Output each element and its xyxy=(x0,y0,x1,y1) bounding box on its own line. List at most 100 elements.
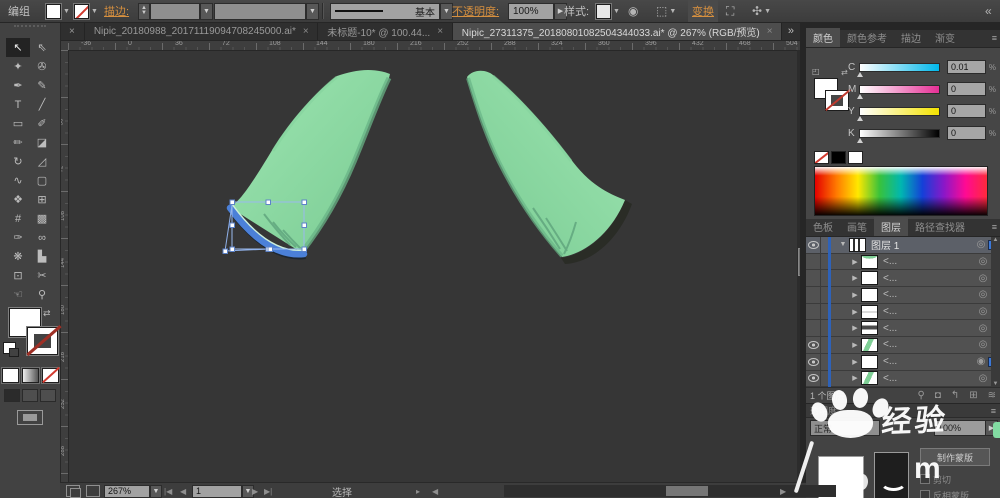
black-swatch[interactable] xyxy=(831,151,846,164)
make-clipping-mask-icon[interactable]: ◘ xyxy=(935,390,941,401)
target-icon[interactable]: ◎ xyxy=(976,256,990,267)
eye-icon[interactable] xyxy=(808,374,819,382)
draw-normal-button[interactable] xyxy=(4,389,20,402)
close-icon[interactable]: × xyxy=(303,26,309,37)
first-artboard-button[interactable]: |◀ xyxy=(164,483,172,498)
symbol-sprayer-tool-icon[interactable]: ❋ xyxy=(6,247,30,266)
layer-thumbnail[interactable] xyxy=(861,338,878,352)
isolate-icon[interactable]: ✣▼ xyxy=(752,0,771,22)
slider-track-C[interactable] xyxy=(859,63,940,72)
collapse-triangle-icon[interactable]: ▼ xyxy=(837,241,849,248)
shape-builder-tool-icon[interactable]: ❖ xyxy=(6,190,30,209)
expand-triangle-icon[interactable]: ▶ xyxy=(849,258,861,266)
slider-marker[interactable] xyxy=(857,72,863,77)
layer-row-6[interactable]: ▶<...◎ xyxy=(806,337,1000,354)
none-mode-button[interactable] xyxy=(42,368,59,383)
layer-thumbnail[interactable] xyxy=(849,238,866,252)
target-icon[interactable]: ◎ xyxy=(976,289,990,300)
left-sleeve[interactable] xyxy=(229,70,390,259)
panel-tab-2[interactable]: 图层 xyxy=(874,217,908,236)
visibility-cell[interactable] xyxy=(806,254,821,270)
layer-row-4[interactable]: ▶<...◎ xyxy=(806,304,1000,321)
target-icon[interactable]: ◎ xyxy=(976,339,990,350)
document-tab-0[interactable]: Nipic_20180988_20171119094708245000.ai*× xyxy=(85,22,318,40)
artwork-canvas[interactable] xyxy=(68,50,798,474)
target-icon[interactable]: ◎ xyxy=(976,323,990,334)
target-icon[interactable]: ◎ xyxy=(976,373,990,384)
visibility-cell[interactable] xyxy=(806,337,821,353)
mini-stroke-swatch[interactable] xyxy=(825,90,849,111)
panel-tab-0[interactable]: 色板 xyxy=(806,217,840,236)
new-sublayer-icon[interactable]: ↰ xyxy=(951,390,959,401)
panel-menu-icon[interactable]: ≡ xyxy=(992,33,997,43)
fill-swatch[interactable]: ▼ xyxy=(46,0,70,22)
expand-triangle-icon[interactable]: ▶ xyxy=(849,341,861,349)
rotate-tool-icon[interactable]: ↻ xyxy=(6,152,30,171)
layer-thumbnail[interactable] xyxy=(861,288,878,302)
selection-tool-icon[interactable]: ↖ xyxy=(6,38,30,57)
slice-tool-icon[interactable]: ✂ xyxy=(30,266,54,285)
slider-marker[interactable] xyxy=(857,138,863,143)
rectangle-tool-icon[interactable]: ▭ xyxy=(6,114,30,133)
slider-value-field[interactable]: 0.01 xyxy=(947,60,986,74)
stroke-color-well[interactable] xyxy=(27,327,58,355)
slider-marker[interactable] xyxy=(857,116,863,121)
color-tab-2[interactable]: 描边 xyxy=(894,28,928,47)
visibility-cell[interactable] xyxy=(806,270,821,286)
tab-overflow-icon[interactable]: » xyxy=(782,22,800,40)
eye-icon[interactable] xyxy=(808,241,819,249)
expand-triangle-icon[interactable]: ▶ xyxy=(849,324,861,332)
slider-track-K[interactable] xyxy=(859,129,940,138)
gradient-tool-icon[interactable]: ▩ xyxy=(30,209,54,228)
visibility-cell[interactable] xyxy=(806,320,821,336)
hand-tool-icon[interactable]: ☜ xyxy=(6,285,30,304)
layer-row-0[interactable]: ▼图层 1◎ xyxy=(806,237,1000,254)
line-segment-tool-icon[interactable]: ╱ xyxy=(30,95,54,114)
expand-triangle-icon[interactable]: ▶ xyxy=(849,358,861,366)
scrollbar-thumb[interactable] xyxy=(666,486,708,496)
panel-menu-icon[interactable]: ≡ xyxy=(992,222,997,232)
panel-tab-1[interactable]: 画笔 xyxy=(840,217,874,236)
brush-definition-select[interactable]: 基本 ▼ xyxy=(330,0,453,22)
screen-mode-button[interactable] xyxy=(17,410,43,425)
locate-object-icon[interactable]: ⚲ xyxy=(917,390,924,401)
canvas-area[interactable]: -360367210814418021625228832436039643246… xyxy=(60,40,806,482)
visibility-cell[interactable] xyxy=(806,354,821,370)
type-tool-icon[interactable]: T xyxy=(6,95,30,114)
transparency-opacity-field[interactable]: 100% xyxy=(934,420,992,436)
width-tool-icon[interactable]: ∿ xyxy=(6,171,30,190)
document-tab-1[interactable]: 未标题-10* @ 100.44...× xyxy=(318,22,453,40)
none-swatch[interactable] xyxy=(814,151,829,164)
invert-mask-checkbox[interactable] xyxy=(920,490,930,498)
default-fill-stroke-icon[interactable] xyxy=(3,342,16,354)
layer-thumbnail[interactable] xyxy=(861,255,878,269)
direct-selection-tool-icon[interactable]: ⇖ xyxy=(30,38,54,57)
perspective-grid-tool-icon[interactable]: ⊞ xyxy=(30,190,54,209)
target-icon[interactable]: ◎ xyxy=(976,306,990,317)
eye-icon[interactable] xyxy=(808,358,819,366)
transform-link[interactable]: 变换 xyxy=(688,0,718,22)
shape-mode-icon[interactable]: ◉ xyxy=(628,0,638,22)
eye-icon[interactable] xyxy=(808,341,819,349)
collapse-panel-icon[interactable]: « xyxy=(985,0,992,22)
artboard-tool-icon[interactable]: ⊡ xyxy=(6,266,30,285)
next-artboard-button[interactable]: ▶ xyxy=(252,483,258,498)
blend-mode-select[interactable]: 正常 xyxy=(810,420,880,436)
layer-thumbnail[interactable] xyxy=(861,355,878,369)
delete-layer-icon[interactable]: ≋ xyxy=(988,390,996,401)
lasso-tool-icon[interactable]: ✇ xyxy=(30,57,54,76)
expand-triangle-icon[interactable]: ▶ xyxy=(849,274,861,282)
eyedropper-tool-icon[interactable]: ✑ xyxy=(6,228,30,247)
expand-triangle-icon[interactable]: ▶ xyxy=(849,291,861,299)
right-sleeve[interactable] xyxy=(467,71,632,264)
new-layer-icon[interactable]: ⊞ xyxy=(969,390,977,401)
paintbrush-tool-icon[interactable]: ✐ xyxy=(30,114,54,133)
visibility-cell[interactable] xyxy=(806,304,821,320)
last-artboard-button[interactable]: ▶| xyxy=(264,483,272,498)
document-tab-2[interactable]: Nipic_27311375_20180801082504344033.ai* … xyxy=(453,22,782,40)
export-icon[interactable] xyxy=(86,483,100,498)
mask-thumbnail[interactable] xyxy=(874,452,909,498)
expand-triangle-icon[interactable]: ▶ xyxy=(849,374,861,382)
target-icon[interactable]: ◎ xyxy=(976,273,990,284)
layer-row-1[interactable]: ▶<...◎ xyxy=(806,254,1000,271)
